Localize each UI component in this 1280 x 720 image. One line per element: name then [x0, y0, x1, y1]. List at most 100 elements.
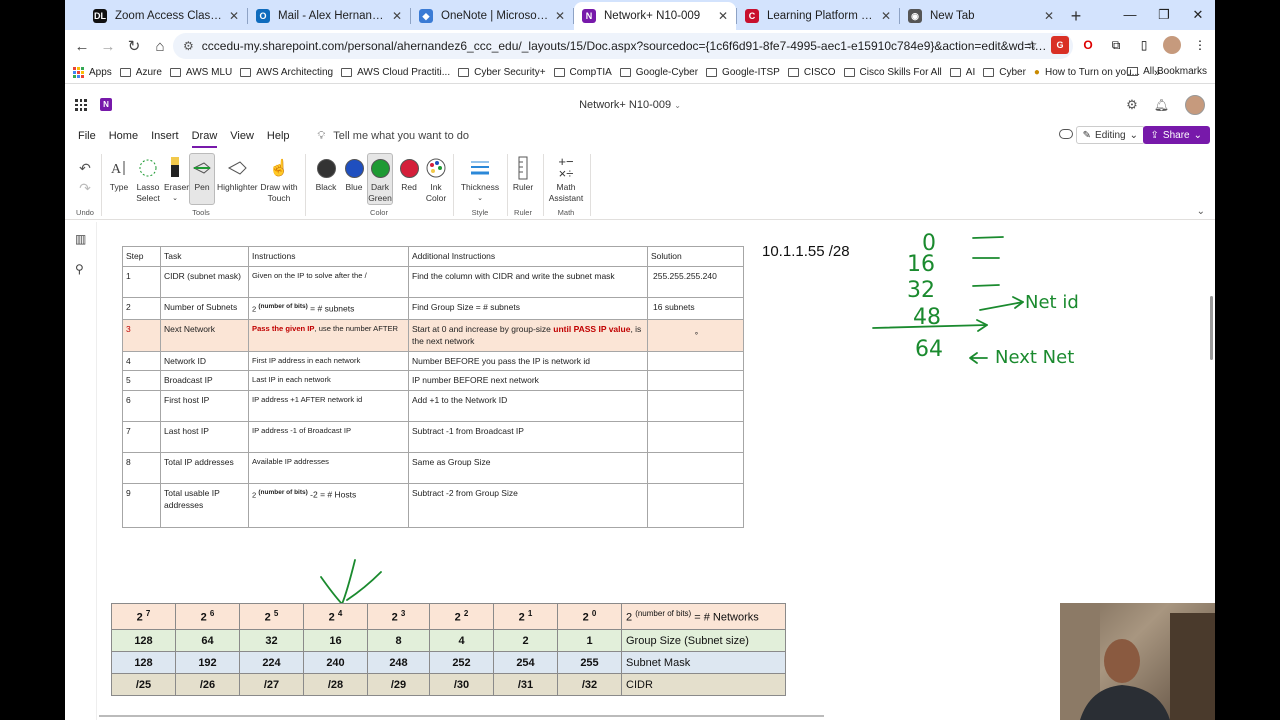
draw-with-touch-tool[interactable]: ☝ Draw with Touch — [259, 154, 299, 204]
tab-favicon-icon: O — [256, 9, 270, 23]
menu-tab-view[interactable]: View — [230, 128, 254, 144]
collapse-ribbon-icon[interactable]: ⌄ — [1197, 206, 1205, 217]
pen-color-blue[interactable]: Blue — [341, 154, 367, 193]
type-icon: A — [107, 154, 131, 182]
browser-tab[interactable]: C Learning Platform | CompTIA ✕ — [737, 2, 899, 30]
user-avatar[interactable] — [1185, 95, 1205, 115]
bookmark-item[interactable]: Cisco Skills For All — [843, 67, 942, 78]
chevron-down-icon: ⌄ — [1193, 129, 1202, 141]
home-icon[interactable]: ⌂ — [147, 38, 173, 55]
browser-tab[interactable]: ◉ New Tab ✕ — [900, 2, 1062, 30]
bookmark-item[interactable]: AI — [949, 67, 975, 78]
pen-label: Pen — [194, 182, 210, 192]
pen-color-red[interactable]: Red — [396, 154, 422, 193]
tab-close-icon[interactable]: ✕ — [718, 9, 728, 23]
settings-gear-icon[interactable]: ⚙ — [1126, 97, 1138, 113]
document-title[interactable]: Network+ N10-009 ⌄ — [65, 99, 1195, 111]
pen-tool[interactable]: Pen — [189, 153, 215, 205]
address-bar[interactable]: ⚙ cccedu-my.sharepoint.com/personal/aher… — [173, 33, 1073, 59]
forward-icon[interactable]: → — [95, 38, 121, 55]
type-label: Type — [109, 182, 129, 192]
redo-button[interactable]: ↷ — [77, 178, 93, 198]
ruler-button[interactable]: Ruler — [511, 154, 535, 193]
undo-button[interactable]: ↶ — [77, 158, 93, 178]
menu-tab-home[interactable]: Home — [109, 128, 138, 144]
bookmark-item[interactable]: Cyber — [983, 67, 1026, 78]
color-label: Dark Green — [368, 182, 392, 203]
share-button[interactable]: ⇪ Share ⌄ — [1142, 126, 1210, 144]
ruler-icon — [511, 154, 535, 182]
menu-tab-insert[interactable]: Insert — [151, 128, 179, 144]
reload-icon[interactable]: ↻ — [121, 37, 147, 55]
browser-tab[interactable]: DL Zoom Access Class/recordings ✕ — [85, 2, 247, 30]
bookmark-item[interactable]: Azure — [119, 67, 162, 78]
type-tool[interactable]: A Type — [107, 154, 131, 193]
sidepanel-icon[interactable]: ▯ — [1135, 36, 1153, 54]
highlighter-tool[interactable]: Highlighter — [217, 154, 258, 193]
tab-title: Network+ N10-009 — [604, 10, 701, 22]
extension-opera-icon[interactable]: O — [1079, 36, 1097, 54]
bookmark-item[interactable]: Cyber Security+ — [458, 67, 546, 78]
tab-close-icon[interactable]: ✕ — [1044, 9, 1054, 23]
browser-tab[interactable]: O Mail - Alex Hernandez - Outlook ✕ — [248, 2, 410, 30]
menu-tab-draw[interactable]: Draw — [191, 128, 217, 148]
extensions-icon[interactable]: ⧉ — [1107, 36, 1125, 54]
bookmark-item[interactable]: AWS MLU — [169, 67, 232, 78]
close-window-icon[interactable]: ✕ — [1181, 0, 1215, 30]
subnet-mask-cell: 248 — [367, 651, 430, 674]
back-icon[interactable]: ← — [69, 38, 95, 55]
lasso-select-tool[interactable]: Lasso Select — [135, 154, 161, 204]
site-info-icon[interactable]: ⚙ — [183, 39, 194, 53]
tab-close-icon[interactable]: ✕ — [392, 9, 402, 23]
browser-tab[interactable]: ◆ OneNote | Microsoft 365 ✕ — [411, 2, 573, 30]
tell-me-search[interactable]: 💡︎ Tell me what you want to do — [318, 130, 469, 143]
bookmark-item[interactable]: Google-Cyber — [619, 67, 698, 78]
bookmark-item[interactable]: AWS Architecting — [240, 67, 333, 78]
folder-icon — [119, 68, 131, 77]
folder-icon — [787, 68, 799, 77]
bookmark-item[interactable]: CISCO — [787, 67, 836, 78]
pen-color-ink-color[interactable]: Ink Color — [423, 154, 449, 204]
vertical-scrollbar[interactable] — [1210, 296, 1213, 360]
bookmark-star-icon[interactable]: ☆ — [1023, 36, 1041, 54]
eraser-tool[interactable]: Eraser ⌄ — [164, 154, 189, 204]
group-size-cell: 128 — [111, 629, 176, 652]
profile-avatar[interactable] — [1163, 36, 1181, 54]
base-text: 2 — [518, 611, 525, 624]
cidr-cell: /31 — [493, 673, 558, 696]
pen-color-dark-green[interactable]: Dark Green — [367, 153, 393, 205]
math-icon: +− ×÷ — [558, 154, 574, 181]
tab-close-icon[interactable]: ✕ — [229, 9, 239, 23]
menu-tab-file[interactable]: File — [78, 128, 96, 144]
tab-close-icon[interactable]: ✕ — [555, 9, 565, 23]
extension-g-icon[interactable]: G — [1051, 36, 1069, 54]
new-tab-button[interactable]: + — [1062, 2, 1090, 30]
base-text: 2 — [626, 611, 636, 624]
thickness-dropdown[interactable]: Thickness ⌄ — [460, 154, 500, 204]
browser-tab[interactable]: N Network+ N10-009 ✕ — [574, 2, 736, 30]
bookmark-item[interactable]: Apps — [73, 67, 112, 78]
editing-mode-dropdown[interactable]: ✎ Editing ⌄ — [1075, 126, 1145, 144]
notifications-bell-icon[interactable]: 🔔︎ — [1154, 98, 1169, 112]
touch-hand-icon: ☝ — [269, 159, 289, 177]
color-label: Black — [315, 182, 337, 192]
all-bookmarks[interactable]: All Bookmarks — [1127, 66, 1207, 77]
group-size-cell: 16 — [303, 629, 368, 652]
onenote-header: N Network+ N10-009 ⌄ ⚙ 🔔︎ — [65, 92, 1215, 120]
bookmark-item[interactable]: CompTIA — [553, 67, 612, 78]
menu-tab-help[interactable]: Help — [267, 128, 290, 144]
pen-color-black[interactable]: Black — [313, 154, 339, 193]
presenter-webcam — [1060, 603, 1215, 720]
horizontal-scrollbar[interactable] — [99, 715, 824, 717]
color-label: Red — [401, 182, 417, 192]
tab-close-icon[interactable]: ✕ — [881, 9, 891, 23]
menu-icon[interactable]: ⋮ — [1191, 36, 1209, 54]
bookmark-item[interactable]: Google-ITSP — [706, 67, 780, 78]
bookmark-item[interactable]: AWS Cloud Practiti... — [341, 67, 450, 78]
math-assistant-button[interactable]: +− ×÷ Math Assistant — [547, 154, 585, 204]
bookmark-item[interactable]: ● How to Turn on you... — [1034, 67, 1140, 78]
sync-cloud-icon[interactable] — [1059, 129, 1073, 139]
minimize-icon[interactable]: — — [1113, 0, 1147, 30]
bookmark-label: Cyber Security+ — [474, 67, 546, 78]
restore-icon[interactable]: ❐ — [1147, 0, 1181, 30]
